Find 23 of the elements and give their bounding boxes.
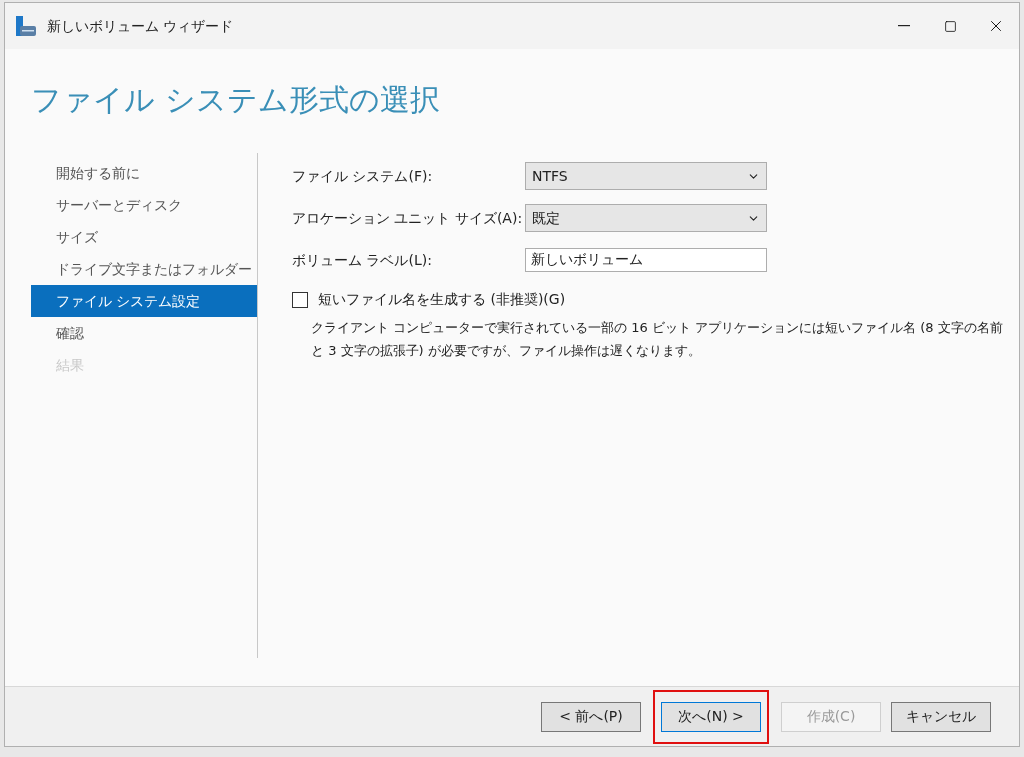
- field-label: ファイル システム(F):: [292, 166, 434, 186]
- wizard-step[interactable]: 開始する前に: [31, 157, 257, 189]
- wizard-step[interactable]: ドライブ文字またはフォルダー: [31, 253, 257, 285]
- description-text: クライアント コンピューターで実行されている一部の 16 ビット アプリケーションには短いファイル名 (8 文字の名前と 3 文字の拡張子) が必要ですが、ファイル操作は遅くなります。: [311, 319, 1003, 360]
- field-label: アロケーション ユニット サイズ(A):: [292, 208, 524, 228]
- wizard-button[interactable]: 次へ(N) >: [661, 701, 761, 732]
- wizard-step[interactable]: 確認: [31, 317, 257, 349]
- dropdown[interactable]: 既定: [525, 204, 767, 232]
- text-field[interactable]: 新しいボリューム: [525, 248, 767, 272]
- dropdown[interactable]: NTFS: [525, 162, 767, 190]
- window-title: 新しいボリューム ウィザード: [47, 16, 234, 36]
- checkbox[interactable]: [292, 291, 308, 308]
- checkbox-label: 短いファイル名を生成する (非推奨)(G): [318, 290, 566, 309]
- wizard-step[interactable]: ファイル システム設定: [31, 285, 257, 317]
- drive-icon: [15, 15, 37, 37]
- wizard-step[interactable]: サイズ: [31, 221, 257, 253]
- page-heading: ファイル システム形式の選択: [31, 80, 440, 119]
- wizard-button[interactable]: < 前へ(P): [541, 701, 641, 732]
- field-label: ボリューム ラベル(L):: [292, 250, 433, 270]
- maximize-icon: [943, 19, 957, 33]
- minimize-icon: [898, 25, 910, 27]
- wizard-button[interactable]: キャンセル: [891, 701, 991, 732]
- wizard-step[interactable]: サーバーとディスク: [31, 189, 257, 221]
